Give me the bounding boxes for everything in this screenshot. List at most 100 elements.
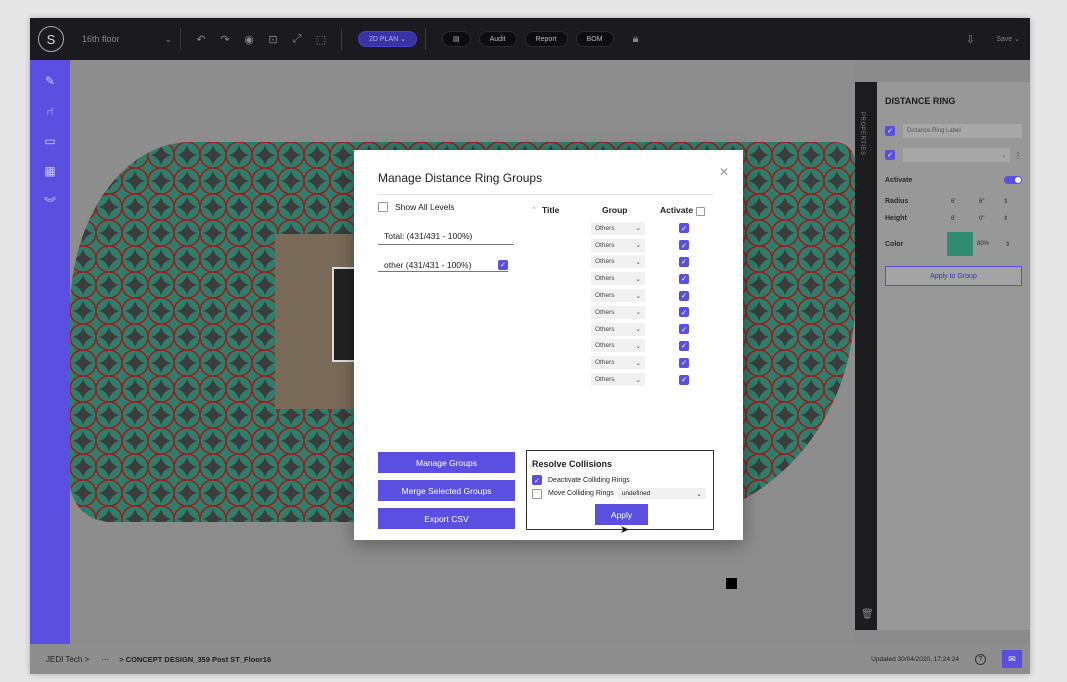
apply-to-group-button[interactable]: Apply to Group	[885, 266, 1022, 286]
group-select[interactable]: Others ⌄	[591, 339, 645, 353]
activate-checkbox[interactable]: ✓	[679, 307, 689, 318]
download-icon[interactable]: ⇩	[958, 33, 982, 46]
activate-toggle[interactable]	[1004, 176, 1022, 184]
label-input[interactable]: Distance Ring Label	[903, 124, 1022, 138]
deactivate-colliding-option[interactable]: ✓ Deactivate Colliding Rings	[532, 475, 630, 485]
move-colliding-option[interactable]: Move Colliding Rings undefined ⌄	[532, 488, 706, 499]
apply-button[interactable]: Apply	[595, 504, 648, 525]
layout-icon[interactable]: ▭	[42, 134, 58, 148]
canvas-marker[interactable]	[726, 578, 737, 589]
save-label: Save	[996, 36, 1013, 43]
mouse-cursor-icon: ➤	[620, 524, 630, 536]
radius-feet-input[interactable]: 6'	[951, 199, 975, 205]
show-all-levels[interactable]: Show All Levels	[378, 202, 455, 212]
activate-checkbox[interactable]: ✓	[679, 340, 689, 351]
group-select[interactable]: Others ⌄	[591, 289, 645, 303]
activate-all-checkbox[interactable]	[696, 207, 705, 216]
pencil-icon[interactable]: ✎	[42, 74, 58, 88]
stepper-icon[interactable]: ⇕	[1003, 198, 1008, 205]
trash-icon[interactable]: 🗑︎	[861, 609, 874, 620]
export-csv-button[interactable]: Export CSV	[378, 508, 515, 529]
activate-checkbox[interactable]: ✓	[679, 273, 689, 284]
properties-rail[interactable]: PROPERTIES 🗑︎	[855, 82, 877, 630]
group-other-checkbox[interactable]: ✓	[498, 259, 508, 270]
height-inches-input[interactable]: 0"	[979, 216, 1003, 222]
bom-button[interactable]: BOM	[575, 31, 614, 47]
style-checkbox[interactable]: ✓	[885, 150, 895, 160]
label-checkbox[interactable]: ✓	[885, 126, 895, 136]
chevron-down-icon: ⌄	[635, 292, 641, 300]
activate-checkbox[interactable]: ✓	[679, 223, 689, 234]
top-toolbar: S 16th floor ⌄ ↶ ↷ ◉ ⊡ ⤢ ⬚ 2D PLAN ⌄ ▤ A…	[30, 18, 1030, 60]
undo-icon[interactable]: ↶	[189, 33, 213, 46]
show-all-levels-checkbox[interactable]	[378, 202, 388, 212]
move-colliding-select[interactable]: undefined ⌄	[617, 488, 706, 499]
activate-checkbox[interactable]: ✓	[679, 357, 689, 368]
properties-tab-label: PROPERTIES	[859, 112, 865, 156]
floor-selector[interactable]: 16th floor ⌄	[82, 34, 172, 45]
breadcrumb-project[interactable]: > CONCEPT DESIGN_359 Post ST_Floor16	[119, 655, 271, 664]
activate-checkbox[interactable]: ✓	[679, 324, 689, 335]
activate-checkbox[interactable]: ✓	[679, 290, 689, 301]
manage-groups-button[interactable]: Manage Groups	[378, 452, 515, 473]
sort-asc-icon[interactable]: ⌃	[531, 206, 537, 214]
activate-row: Activate	[885, 176, 1022, 184]
report-button[interactable]: Report	[524, 31, 568, 47]
group-select[interactable]: Others ⌄	[591, 221, 645, 235]
group-select[interactable]: Others ⌄	[591, 373, 645, 387]
table-icon[interactable]: ▦	[42, 164, 58, 178]
lock-icon[interactable]: 🔒︎	[624, 33, 648, 46]
deactivate-colliding-checkbox[interactable]: ✓	[532, 475, 542, 485]
opacity-input[interactable]: 80%	[977, 241, 1005, 247]
resolve-collisions-panel: Resolve Collisions ✓ Deactivate Collidin…	[526, 450, 714, 530]
chevrons-down-icon[interactable]: ︾	[42, 194, 58, 211]
activate-checkbox[interactable]: ✓	[679, 374, 689, 385]
help-icon[interactable]: ?	[975, 653, 986, 665]
eye-icon[interactable]: ◉	[237, 33, 261, 46]
breadcrumb-org[interactable]: JEDI Tech >	[46, 655, 89, 664]
height-feet-input[interactable]: 6'	[951, 216, 975, 222]
group-select-value: Others	[595, 241, 615, 249]
chair-icon[interactable]: ⑁	[42, 104, 58, 118]
group-select[interactable]: Others ⌄	[591, 356, 645, 370]
chevron-down-icon: ⌄	[635, 225, 641, 233]
focus-icon[interactable]: ⊡	[261, 33, 285, 46]
plan-mode-button[interactable]: 2D PLAN ⌄	[358, 31, 417, 47]
merge-selected-groups-button[interactable]: Merge Selected Groups	[378, 480, 515, 501]
more-icon[interactable]: ⋮	[1014, 151, 1022, 160]
chevron-down-icon: ⌄	[635, 242, 641, 250]
column-title-header[interactable]: Title	[542, 205, 559, 215]
redo-icon[interactable]: ↷	[213, 33, 237, 46]
radius-inches-input[interactable]: 6"	[979, 199, 1003, 205]
app-logo[interactable]: S	[38, 26, 64, 52]
group-other-row[interactable]: other (431/431 - 100%) ✓	[378, 258, 508, 272]
stairwell	[332, 267, 356, 362]
group-select[interactable]: Others ⌄	[591, 272, 645, 286]
stepper-icon[interactable]: ⇕	[1003, 215, 1008, 222]
breadcrumb-more[interactable]: ···	[101, 655, 109, 664]
comments-button[interactable]: ▤	[442, 31, 471, 47]
style-select[interactable]: ⌄	[903, 148, 1010, 162]
stepper-icon[interactable]: ⇕	[1005, 241, 1010, 248]
activate-checkbox[interactable]: ✓	[679, 256, 689, 267]
group-select[interactable]: Others ⌄	[591, 238, 645, 252]
selection-icon[interactable]: ⬚	[309, 33, 333, 46]
activate-checkbox[interactable]: ✓	[679, 240, 689, 251]
group-select-value: Others	[595, 325, 615, 333]
chat-icon[interactable]: ✉	[1002, 650, 1022, 668]
move-colliding-checkbox[interactable]	[532, 488, 542, 499]
table-row: Others ⌄ ✓	[591, 287, 701, 304]
group-select[interactable]: Others ⌄	[591, 255, 645, 269]
group-select-value: Others	[595, 308, 615, 316]
group-select[interactable]: Others ⌄	[591, 305, 645, 319]
close-icon[interactable]: ✕	[719, 165, 729, 179]
group-select-value: Others	[595, 292, 615, 300]
color-swatch[interactable]	[947, 232, 973, 256]
deactivate-colliding-label: Deactivate Colliding Rings	[548, 476, 630, 484]
group-select-value: Others	[595, 376, 615, 384]
chevron-down-icon: ⌄	[635, 359, 641, 367]
save-button[interactable]: Save ⌄	[996, 35, 1020, 43]
audit-button[interactable]: Audit	[478, 31, 517, 47]
group-select[interactable]: Others ⌄	[591, 322, 645, 336]
fullscreen-icon[interactable]: ⤢	[285, 33, 309, 46]
